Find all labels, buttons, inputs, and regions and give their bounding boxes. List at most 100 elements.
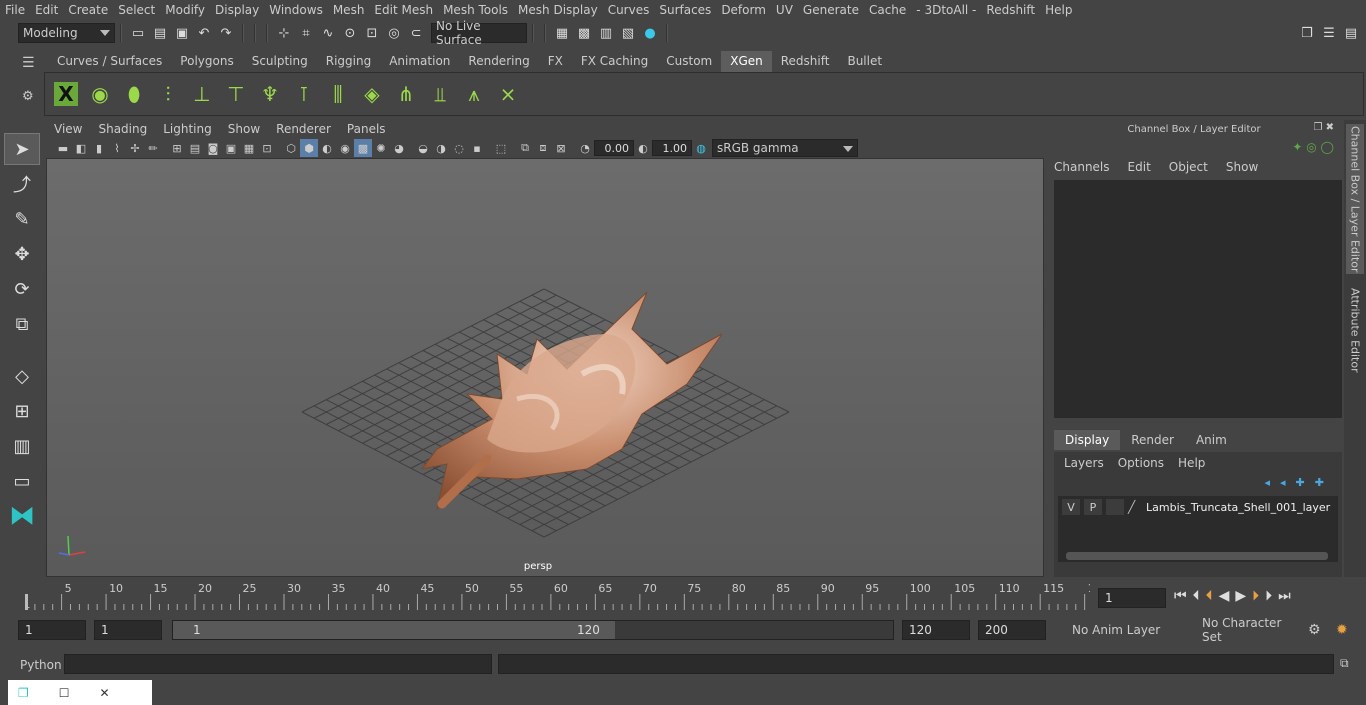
- layout-outliner-icon[interactable]: ▥: [4, 430, 40, 462]
- gamma-field[interactable]: 1.00: [652, 140, 692, 156]
- play-forward-icon[interactable]: ▶: [1235, 588, 1246, 604]
- time-slider[interactable]: 1510152025303540455055606570758085909510…: [18, 580, 1102, 612]
- current-frame-field[interactable]: 1: [1098, 588, 1166, 608]
- layer-tab-render[interactable]: Render: [1120, 430, 1185, 450]
- redo-icon[interactable]: ↷: [217, 24, 235, 42]
- layer-tab-display[interactable]: Display: [1054, 430, 1121, 450]
- shelf-settings-icon[interactable]: ⚙: [22, 89, 38, 104]
- menu-3dtoall[interactable]: - 3DtoAll -: [911, 3, 981, 17]
- menu-edit[interactable]: Edit: [30, 3, 63, 17]
- lasso-tool-icon[interactable]: ⤴: [4, 168, 40, 200]
- panel-menu-view[interactable]: View: [46, 122, 90, 136]
- tab-attribute-editor[interactable]: Attribute Editor: [1346, 280, 1364, 380]
- create-description-icon[interactable]: ⬮: [117, 77, 151, 111]
- menu-modify[interactable]: Modify: [160, 3, 210, 17]
- open-scene-icon[interactable]: ▤: [151, 24, 169, 42]
- range-slider[interactable]: 1 120: [172, 620, 894, 640]
- cmdline-language-label[interactable]: Python: [20, 658, 62, 672]
- menu-redshift[interactable]: Redshift: [981, 3, 1040, 17]
- shelf-tab-rigging[interactable]: Rigging: [317, 51, 380, 72]
- channel-box-toggle-icon[interactable]: ▤: [1342, 24, 1360, 42]
- xray-joints-icon[interactable]: ⧈: [534, 139, 552, 157]
- grid-toggle-icon[interactable]: ⊞: [168, 139, 186, 157]
- shadows-icon[interactable]: ◕: [390, 139, 408, 157]
- menu-windows[interactable]: Windows: [264, 3, 328, 17]
- bookmark-icon[interactable]: ▮: [90, 139, 108, 157]
- resolution-gate-icon[interactable]: ◙: [204, 139, 222, 157]
- 2d-pan-icon[interactable]: ✢: [126, 139, 144, 157]
- place-guide-icon[interactable]: ⊥: [185, 77, 219, 111]
- range-slider-handle[interactable]: [173, 621, 615, 639]
- panel-menu-renderer[interactable]: Renderer: [268, 122, 339, 136]
- channel-menu-channels[interactable]: Channels: [1054, 160, 1110, 174]
- step-forward-icon[interactable]: ⏵: [1265, 588, 1272, 604]
- menu-generate[interactable]: Generate: [798, 3, 864, 17]
- shelf-menu-icon[interactable]: ☰: [22, 55, 38, 71]
- shelf-tab-sculpting[interactable]: Sculpting: [243, 51, 317, 72]
- layer-menu-layers[interactable]: Layers: [1064, 456, 1104, 470]
- field-chart-icon[interactable]: ▦: [240, 139, 258, 157]
- window-maximize-icon[interactable]: ☐: [59, 686, 70, 700]
- soft-select-icon[interactable]: ◇: [4, 360, 40, 392]
- menu-file[interactable]: File: [0, 3, 30, 17]
- character-set-dropdown[interactable]: No Character Set: [1180, 616, 1302, 644]
- shelf-tab-bullet[interactable]: Bullet: [838, 51, 891, 72]
- playback-end-field[interactable]: 120: [902, 620, 970, 640]
- anti-aliasing-icon[interactable]: ◌: [450, 139, 468, 157]
- step-back-icon[interactable]: ⏴: [1193, 588, 1200, 604]
- layout-single-icon[interactable]: ▭: [4, 465, 40, 497]
- panel-menu-shading[interactable]: Shading: [90, 122, 155, 136]
- depth-of-field-icon[interactable]: ▪: [468, 139, 486, 157]
- menu-mesh-tools[interactable]: Mesh Tools: [438, 3, 513, 17]
- bend-guides-icon[interactable]: ⋔: [389, 77, 423, 111]
- play-backward-icon[interactable]: ◀: [1219, 588, 1230, 604]
- gate-mask-icon[interactable]: ▣: [222, 139, 240, 157]
- undo-icon[interactable]: ↶: [195, 24, 213, 42]
- menu-mesh[interactable]: Mesh: [328, 3, 370, 17]
- wireframe-icon[interactable]: ⬡: [282, 139, 300, 157]
- textured-icon[interactable]: ▩: [354, 139, 372, 157]
- perspective-viewport[interactable]: persp: [46, 158, 1044, 577]
- rotate-tool-icon[interactable]: ⟳: [4, 273, 40, 305]
- anim-layer-dropdown[interactable]: No Anim Layer: [1052, 620, 1174, 640]
- anim-prefs-icon[interactable]: ⚙: [1308, 622, 1321, 638]
- layer-menu-help[interactable]: Help: [1178, 456, 1205, 470]
- ambient-occlusion-icon[interactable]: ◒: [414, 139, 432, 157]
- go-to-start-icon[interactable]: ⏮: [1174, 588, 1187, 604]
- sculpt-guide-icon[interactable]: ♆: [253, 77, 287, 111]
- camera-select-icon[interactable]: ▬: [54, 139, 72, 157]
- safe-action-icon[interactable]: ⊡: [258, 139, 276, 157]
- comb-guides-icon[interactable]: ⫫: [423, 77, 457, 111]
- menu-uv[interactable]: UV: [771, 3, 798, 17]
- channel-menu-edit[interactable]: Edit: [1128, 160, 1151, 174]
- delete-guides-icon[interactable]: ⨯: [491, 77, 525, 111]
- auto-key-icon[interactable]: ✹: [1336, 622, 1348, 638]
- hypershade-icon[interactable]: ●: [641, 24, 659, 42]
- default-material-icon[interactable]: ◉: [336, 139, 354, 157]
- xgen-preview-icon[interactable]: ◉: [83, 77, 117, 111]
- render-frame-icon[interactable]: ▩: [575, 24, 593, 42]
- script-editor-icon[interactable]: ⧉: [1340, 656, 1349, 671]
- window-restore-icon[interactable]: ❐: [18, 686, 29, 700]
- scale-tool-icon[interactable]: ⧉: [4, 308, 40, 340]
- save-scene-icon[interactable]: ▣: [173, 24, 191, 42]
- menu-display[interactable]: Display: [210, 3, 264, 17]
- workspace-icon[interactable]: ❒: [1298, 24, 1316, 42]
- menu-curves[interactable]: Curves: [603, 3, 655, 17]
- menu-edit-mesh[interactable]: Edit Mesh: [369, 3, 438, 17]
- isolate-select-icon[interactable]: ⬚: [492, 139, 510, 157]
- motion-blur-icon[interactable]: ◑: [432, 139, 450, 157]
- shelf-tab-curves-surfaces[interactable]: Curves / Surfaces: [48, 51, 171, 72]
- shelf-tab-xgen[interactable]: XGen: [721, 51, 772, 72]
- shelf-tab-rendering[interactable]: Rendering: [459, 51, 538, 72]
- grid-surface-icon[interactable]: ◈: [355, 77, 389, 111]
- minimized-window[interactable]: ❐ ☐ ✕: [8, 680, 152, 705]
- select-tool-icon[interactable]: ➤: [4, 133, 40, 165]
- layer-row[interactable]: V P ╱ Lambis_Truncata_Shell_001_layer: [1058, 496, 1338, 518]
- panel-menu-lighting[interactable]: Lighting: [155, 122, 220, 136]
- magnet-icon[interactable]: ⊂: [407, 24, 425, 42]
- shelf-tab-fx-caching[interactable]: FX Caching: [572, 51, 657, 72]
- window-close-icon[interactable]: ✕: [100, 686, 110, 700]
- xgen-editor-icon[interactable]: X: [49, 77, 83, 111]
- move-tool-icon[interactable]: ✥: [4, 238, 40, 270]
